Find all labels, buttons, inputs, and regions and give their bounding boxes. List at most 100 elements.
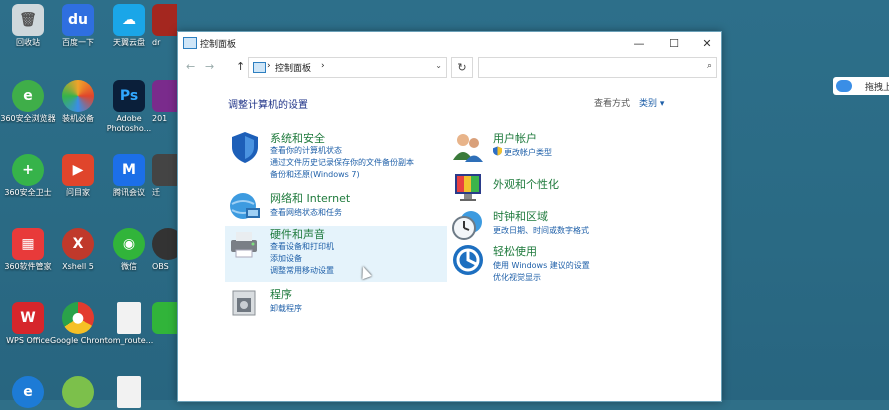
desktop-icon-install[interactable]: 装机必备 <box>50 80 106 124</box>
back-arrow-icon[interactable]: ← <box>186 60 195 73</box>
baidu-icon: du <box>62 4 94 36</box>
desktop-icon-recycle-bin[interactable]: 🗑 回收站 <box>0 4 56 48</box>
cloud-upload-widget[interactable]: 拖拽上 <box>833 77 889 95</box>
photoshop-icon: Ps <box>113 80 145 112</box>
archive-icon <box>152 4 177 36</box>
view-by-label: 查看方式 <box>594 99 631 109</box>
desktop-icon-label: Google Chrome <box>50 336 106 345</box>
category-link[interactable]: 调整常用移动设置 <box>270 265 334 276</box>
category-link[interactable]: 查看你的计算机状态 <box>270 145 342 156</box>
desktop-icon-baidu[interactable]: du 百度一下 <box>50 4 106 48</box>
window-title: 控制面板 <box>200 40 237 50</box>
desktop-icon-label: 迁 <box>152 188 160 197</box>
category-title[interactable]: 硬件和声音 <box>270 226 325 242</box>
file-icon <box>117 376 141 408</box>
desktop-icon-360-browser[interactable]: e 360安全浏览器 <box>0 80 56 124</box>
desktop-icon-label: 百度一下 <box>62 38 94 47</box>
address-field[interactable]: › 控制面板 › ⌄ <box>248 57 447 78</box>
desktop-icon-label: 360安全浏览器 <box>0 114 56 123</box>
category-title[interactable]: 程序 <box>270 286 292 302</box>
category-link[interactable]: 通过文件历史记录保存你的文件备份副本 <box>270 157 414 168</box>
app-icon <box>152 302 177 334</box>
cloud-icon <box>836 80 852 92</box>
chrome-icon: ● <box>62 302 94 334</box>
category-title[interactable]: 网络和 Internet <box>270 190 350 206</box>
desktop-icon-label: 问目家 <box>66 188 90 197</box>
category-link[interactable]: 添加设备 <box>270 253 302 264</box>
desktop-icon-label: 腾讯会议 <box>113 188 145 197</box>
desktop-icon-wechat[interactable]: ◉ 微信 <box>101 228 157 272</box>
category-link[interactable]: 更改帐户类型 <box>504 147 552 158</box>
category-link[interactable]: 更改日期、时间或数字格式 <box>493 225 589 236</box>
category-link[interactable]: 优化视觉显示 <box>493 272 541 283</box>
desktop-icon-tianyi[interactable]: ☁ 天翼云盘 <box>101 4 157 48</box>
desktop-icon-201[interactable]: 201 <box>152 80 177 124</box>
category-title[interactable]: 系统和安全 <box>270 130 325 146</box>
cloud-icon: ☁ <box>113 4 145 36</box>
search-box[interactable]: ⌕ <box>478 57 717 78</box>
file-icon <box>117 302 141 334</box>
desktop-icon-label: 回收站 <box>16 38 40 47</box>
search-input[interactable] <box>481 59 691 74</box>
category-link[interactable]: 查看网络状态和任务 <box>270 207 342 218</box>
desktop-icon-360-safe[interactable]: + 360安全卫士 <box>0 154 56 198</box>
edge-icon: e <box>12 376 44 408</box>
breadcrumb-separator[interactable]: › <box>321 61 325 71</box>
ease-of-access-icon <box>453 245 483 275</box>
close-button[interactable]: ✕ <box>696 34 718 52</box>
category-link[interactable]: 查看设备和打印机 <box>270 241 334 252</box>
uac-shield-icon <box>493 146 502 156</box>
app-icon <box>152 154 177 186</box>
desktop-icon-obs[interactable]: OBS <box>152 228 177 272</box>
shield-icon <box>232 132 258 163</box>
desktop-icon-wenmujia[interactable]: ▶ 问目家 <box>50 154 106 198</box>
play-icon: ▶ <box>62 154 94 186</box>
desktop-icon-label: dr <box>152 38 161 47</box>
clock-globe-icon <box>452 211 482 240</box>
category-title[interactable]: 用户帐户 <box>493 130 537 146</box>
software-manager-icon: ▦ <box>12 228 44 260</box>
desktop-icon-wps[interactable]: W WPS Office <box>0 302 56 346</box>
desktop-icon-edge[interactable]: e <box>0 376 56 410</box>
maximize-button[interactable]: ☐ <box>663 34 685 52</box>
up-arrow-icon[interactable]: ↑ <box>236 60 245 73</box>
desktop-icon-label: 360安全卫士 <box>4 188 52 197</box>
archive-icon <box>152 80 177 112</box>
breadcrumb-control-panel[interactable]: 控制面板 <box>275 61 311 74</box>
desktop-icon-360-manager[interactable]: ▦ 360软件管家 <box>0 228 56 272</box>
desktop-icon-qian[interactable]: 迁 <box>152 154 177 198</box>
desktop-icon-file[interactable]: tom_route... <box>101 302 157 346</box>
printer-icon <box>231 232 257 258</box>
desktop-icon-xshell[interactable]: X Xshell 5 <box>50 228 106 272</box>
search-icon[interactable]: ⌕ <box>707 61 712 71</box>
desktop-icon-label: 360软件管家 <box>4 262 52 271</box>
minimize-button[interactable]: — <box>628 34 650 52</box>
view-by-dropdown[interactable]: 类别 ▾ <box>639 96 664 109</box>
chevron-down-icon[interactable]: ⌄ <box>435 61 442 70</box>
refresh-button[interactable]: ↻ <box>451 57 473 78</box>
category-link[interactable]: 备份和还原(Windows 7) <box>270 169 360 180</box>
desktop-icon-app-2[interactable] <box>152 302 177 336</box>
desktop-icon-chrome[interactable]: ● Google Chrome <box>50 302 106 346</box>
desktop-icon-dr[interactable]: dr <box>152 4 177 48</box>
wechat-icon: ◉ <box>113 228 145 260</box>
monitor-palette-icon <box>455 174 481 201</box>
desktop-icon-label: OBS <box>152 262 169 271</box>
desktop-icon-app[interactable] <box>50 376 106 410</box>
title-bar[interactable]: 控制面板 — ☐ ✕ <box>178 32 721 54</box>
category-title[interactable]: 轻松使用 <box>493 243 537 259</box>
category-link[interactable]: 使用 Windows 建议的设置 <box>493 260 590 271</box>
desktop-icon-label: 201 <box>152 114 168 123</box>
cloud-upload-label: 拖拽上 <box>865 83 889 93</box>
breadcrumb-separator: › <box>267 61 271 71</box>
category-title[interactable]: 外观和个性化 <box>493 176 559 192</box>
install-essentials-icon <box>62 80 94 112</box>
users-icon <box>453 134 483 162</box>
forward-arrow-icon[interactable]: → <box>205 60 214 73</box>
desktop-icon-tencent-meeting[interactable]: M 腾讯会议 <box>101 154 157 198</box>
category-title[interactable]: 时钟和区域 <box>493 208 548 224</box>
page-title: 调整计算机的设置 <box>228 100 308 111</box>
desktop-icon-photoshop[interactable]: Ps Adobe Photosho... <box>101 80 157 134</box>
desktop-icon-file-2[interactable] <box>101 376 157 410</box>
category-link[interactable]: 卸载程序 <box>270 303 302 314</box>
